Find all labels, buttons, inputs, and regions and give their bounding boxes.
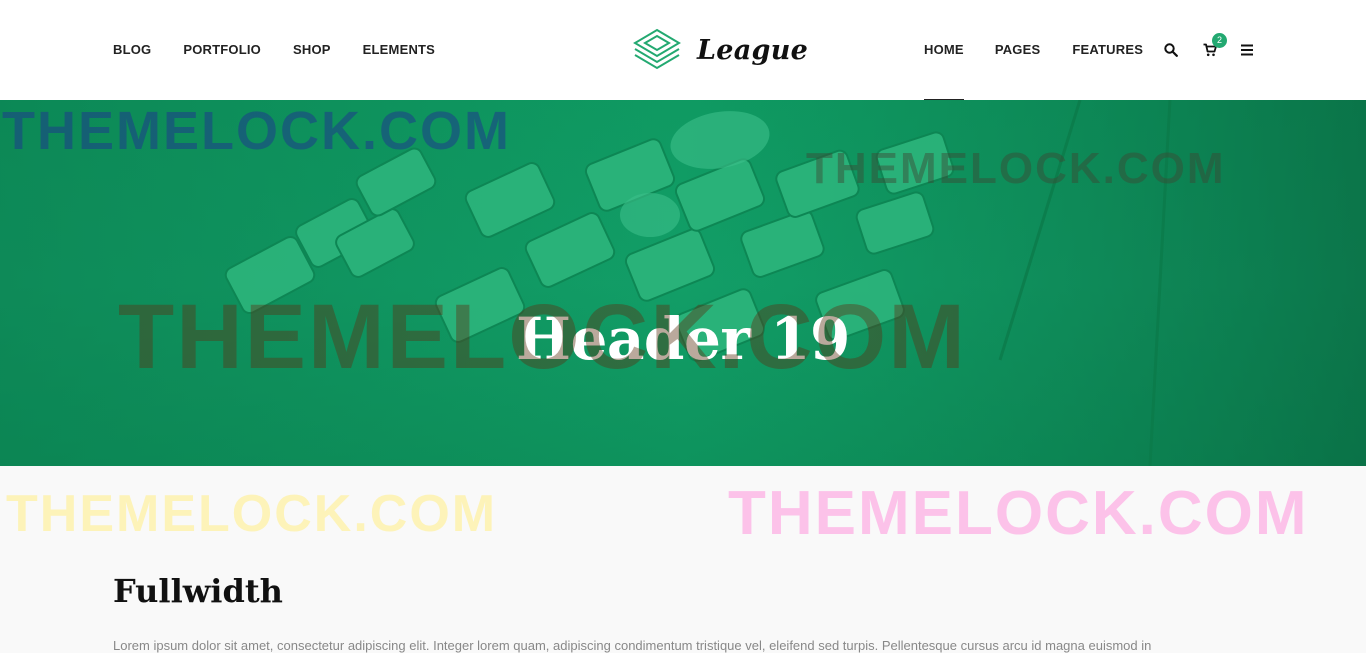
- nav-item-pages[interactable]: PAGES: [995, 0, 1041, 100]
- watermark: THEMELOCK.COM: [6, 485, 498, 543]
- section-title: Fullwidth: [113, 572, 283, 610]
- site-header: BLOG PORTFOLIO SHOP ELEMENTS League HOME…: [0, 0, 1366, 100]
- primary-nav-right: HOME PAGES FEATURES: [924, 0, 1175, 100]
- layers-icon: [633, 28, 681, 70]
- logo-text: League: [697, 34, 809, 66]
- nav-item-elements[interactable]: ELEMENTS: [363, 0, 435, 100]
- watermark: THEMELOCK.COM: [728, 479, 1309, 548]
- search-button[interactable]: [1164, 40, 1184, 60]
- cart-button[interactable]: 2: [1203, 33, 1227, 60]
- cart-count-badge: 2: [1212, 33, 1227, 48]
- site-logo[interactable]: League: [631, 27, 808, 73]
- nav-item-shop[interactable]: SHOP: [293, 0, 331, 100]
- menu-button[interactable]: [1241, 40, 1261, 60]
- nav-item-blog[interactable]: BLOG: [113, 0, 151, 100]
- hero-banner: Header 19: [0, 100, 1366, 466]
- section-paragraph: Lorem ipsum dolor sit amet, consectetur …: [113, 638, 1152, 653]
- primary-nav-left: BLOG PORTFOLIO SHOP ELEMENTS: [113, 0, 467, 100]
- nav-item-features[interactable]: FEATURES: [1072, 0, 1143, 100]
- hero-title: Header 19: [516, 305, 850, 373]
- nav-item-home[interactable]: HOME: [924, 0, 964, 100]
- hamburger-menu-icon: [1241, 44, 1253, 56]
- search-icon: [1164, 43, 1178, 57]
- keyboard-background-image: [0, 100, 1366, 466]
- nav-item-portfolio[interactable]: PORTFOLIO: [183, 0, 261, 100]
